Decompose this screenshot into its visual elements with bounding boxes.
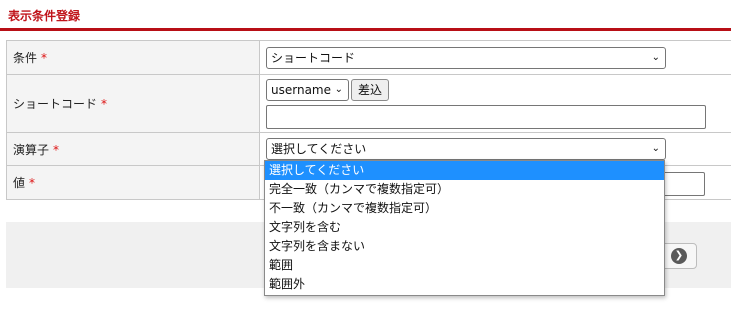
- shortcode-variable-select[interactable]: username ⌄: [266, 78, 349, 101]
- shortcode-input[interactable]: [266, 104, 706, 129]
- condition-label-cell: 条件 *: [6, 40, 260, 75]
- operator-select[interactable]: 選択してください ⌄: [266, 138, 666, 160]
- next-button[interactable]: ❯: [661, 243, 697, 269]
- form-row-condition: 条件 * ショートコード ⌄: [6, 40, 731, 75]
- chevron-down-icon: ⌄: [651, 51, 660, 63]
- required-mark: *: [101, 97, 108, 111]
- dropdown-option[interactable]: 文字列を含まない: [265, 237, 664, 256]
- form-row-shortcode: ショートコード * username ⌄ 差込: [6, 74, 731, 133]
- arrow-right-circle-icon: ❯: [671, 248, 687, 264]
- value-input[interactable]: [663, 172, 705, 196]
- page-title: 表示条件登録: [8, 9, 81, 23]
- insert-button[interactable]: 差込: [351, 78, 390, 101]
- operator-dropdown-list[interactable]: 選択してください 完全一致（カンマで複数指定可） 不一致（カンマで複数指定可） …: [264, 160, 665, 296]
- chevron-down-icon: ⌄: [651, 143, 660, 154]
- dropdown-option[interactable]: 選択してください: [265, 161, 664, 180]
- condition-select[interactable]: ショートコード ⌄: [266, 46, 666, 69]
- dropdown-option[interactable]: 完全一致（カンマで複数指定可）: [265, 180, 664, 199]
- value-label: 値: [13, 176, 26, 190]
- dropdown-option[interactable]: 文字列を含む: [265, 218, 664, 237]
- dropdown-option[interactable]: 範囲外: [265, 275, 664, 294]
- required-mark: *: [41, 51, 48, 65]
- required-mark: *: [53, 142, 60, 157]
- required-mark: *: [29, 176, 36, 190]
- title-divider: [0, 28, 731, 31]
- shortcode-variable-value: username: [271, 82, 331, 97]
- condition-label: 条件: [13, 51, 38, 65]
- chevron-down-icon: ⌄: [334, 83, 343, 95]
- operator-select-value: 選択してください: [271, 142, 367, 156]
- dropdown-option[interactable]: 範囲: [265, 256, 664, 275]
- condition-select-value: ショートコード: [271, 50, 356, 65]
- dropdown-option[interactable]: 不一致（カンマで複数指定可）: [265, 199, 664, 218]
- shortcode-label: ショートコード: [13, 97, 98, 111]
- operator-label: 演算子: [13, 142, 50, 157]
